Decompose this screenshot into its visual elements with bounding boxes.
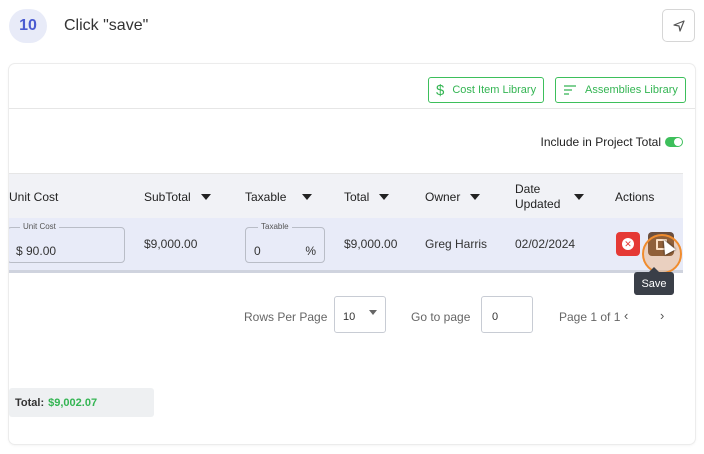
total-value: $9,002.07 (48, 396, 98, 409)
dollar-icon: $ (436, 81, 445, 99)
table-row: Unit Cost $ 90.00 $9,000.00 Taxable 0 % … (9, 218, 683, 273)
total-label: Total: (15, 396, 45, 409)
include-in-project-total-label: Include in Project Total (540, 135, 661, 149)
owner-cell: Greg Harris (425, 237, 488, 251)
percent-suffix: % (305, 244, 316, 258)
assemblies-library-button[interactable]: Assemblies Library (555, 77, 686, 103)
toolbar-divider (9, 108, 695, 109)
unit-cost-field[interactable]: Unit Cost $ 90.00 (9, 222, 125, 263)
column-header-date-updated[interactable]: Date Updated (515, 174, 585, 219)
column-header-subtotal[interactable]: SubTotal (144, 174, 211, 219)
assemblies-library-label: Assemblies Library (585, 84, 678, 96)
cost-item-library-button[interactable]: $ Cost Item Library (428, 77, 545, 103)
previous-page-button[interactable]: ‹ (624, 308, 628, 323)
sort-caret-icon (574, 193, 585, 200)
sort-lines-icon (564, 85, 576, 95)
navigate-button[interactable] (662, 9, 695, 42)
step-instruction: Click "save" (64, 17, 149, 34)
go-to-page-value: 0 (492, 311, 499, 323)
estimate-total: Total: $9,002.07 (9, 388, 154, 417)
column-header-taxable[interactable]: Taxable (245, 174, 313, 219)
close-icon: ✕ (622, 238, 634, 250)
rows-per-page-value: 10 (343, 311, 356, 323)
taxable-field-label: Taxable (258, 222, 292, 232)
estimate-card: $ Cost Item Library Assemblies Library I… (9, 64, 695, 444)
unit-cost-field-label: Unit Cost (20, 222, 59, 232)
sort-caret-icon (379, 193, 390, 200)
total-cell: $9,000.00 (344, 237, 398, 251)
unit-cost-value: $ 90.00 (16, 244, 57, 258)
taxable-value: 0 (254, 244, 261, 258)
step-number-badge: 10 (9, 9, 47, 43)
navigation-arrow-icon (672, 19, 685, 32)
column-header-unit-cost[interactable]: Unit Cost (9, 174, 58, 219)
column-header-actions: Actions (615, 189, 655, 204)
sort-caret-icon (470, 193, 481, 200)
go-to-page-label: Go to page (411, 310, 471, 324)
save-tooltip: Save (634, 267, 674, 295)
table-header: Unit Cost SubTotal Taxable Total Owner D… (9, 173, 683, 218)
date-updated-cell: 02/02/2024 (515, 237, 576, 251)
column-header-owner[interactable]: Owner (425, 174, 481, 219)
sort-caret-icon (302, 193, 313, 200)
rows-per-page-label: Rows Per Page (244, 310, 328, 324)
sort-caret-icon (200, 193, 211, 200)
cost-item-library-label: Cost Item Library (452, 84, 537, 96)
taxable-field[interactable]: Taxable 0 % (245, 222, 325, 263)
next-page-button[interactable]: › (660, 308, 664, 323)
dropdown-caret-icon (369, 310, 377, 315)
cancel-row-button[interactable]: ✕ (616, 232, 640, 256)
page-info: Page 1 of 1 (559, 310, 621, 324)
go-to-page-input[interactable]: 0 (481, 296, 533, 333)
include-in-project-total-toggle[interactable] (665, 137, 683, 147)
subtotal-cell: $9,000.00 (144, 237, 198, 251)
rows-per-page-select[interactable]: 10 (334, 296, 386, 333)
column-header-total[interactable]: Total (344, 174, 390, 219)
